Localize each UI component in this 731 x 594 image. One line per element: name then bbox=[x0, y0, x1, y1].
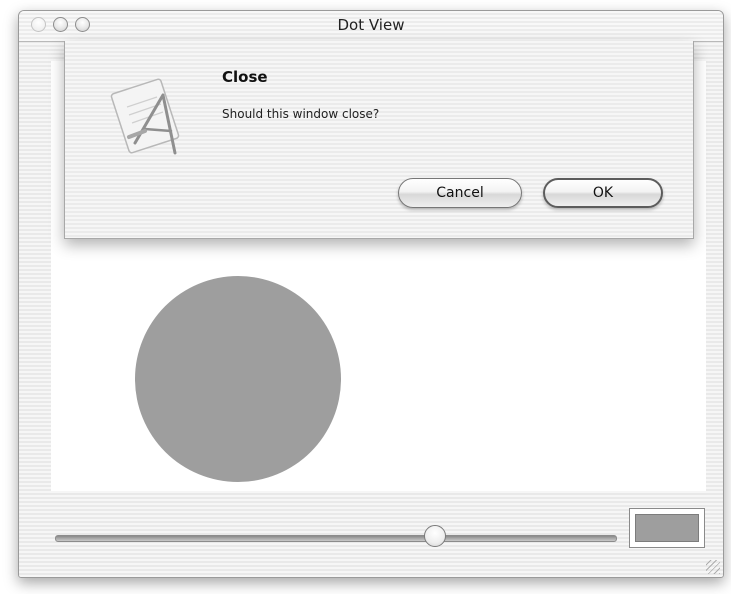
dialog-message: Should this window close? bbox=[222, 107, 380, 121]
screen: Dot View Close Should this window close?… bbox=[0, 0, 731, 594]
color-well[interactable] bbox=[629, 508, 705, 548]
resize-grip[interactable] bbox=[706, 560, 720, 574]
color-swatch bbox=[635, 514, 699, 542]
size-slider-thumb[interactable] bbox=[424, 525, 446, 547]
size-slider-track[interactable] bbox=[55, 535, 617, 542]
ok-button[interactable]: OK bbox=[543, 178, 663, 208]
title-bar[interactable]: Dot View bbox=[19, 11, 723, 42]
app-icon bbox=[110, 78, 180, 155]
dot-circle bbox=[135, 276, 341, 482]
dialog-title: Close bbox=[222, 68, 268, 86]
cancel-button[interactable]: Cancel bbox=[398, 178, 522, 208]
close-sheet-dialog: Close Should this window close? Cancel O… bbox=[64, 41, 694, 239]
window-title: Dot View bbox=[337, 16, 405, 34]
